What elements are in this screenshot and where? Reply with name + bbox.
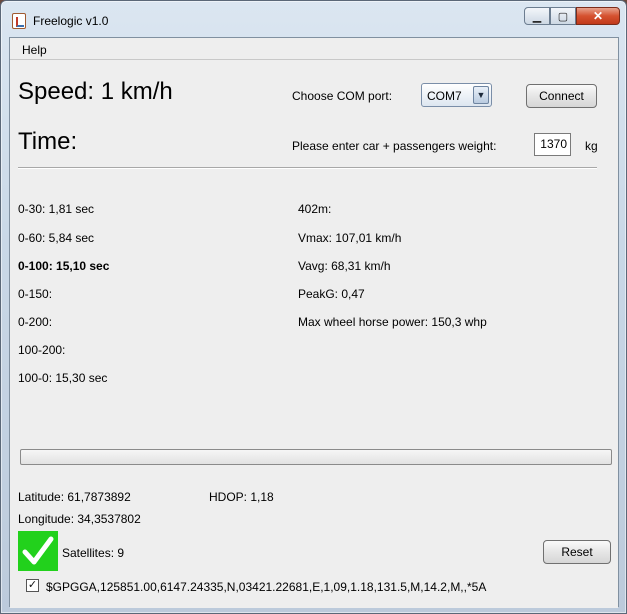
result-vmax: Vmax: 107,01 km/h bbox=[298, 231, 402, 245]
result-0-100: 0-100: 15,10 sec bbox=[18, 259, 110, 273]
weight-input[interactable]: 1370 bbox=[534, 133, 571, 156]
result-0-150: 0-150: bbox=[18, 287, 53, 301]
title-bar[interactable]: Freelogic v1.0 ▁ ▢ ✕ bbox=[1, 1, 626, 37]
result-100-200: 100-200: bbox=[18, 343, 66, 357]
com-port-label: Choose COM port: bbox=[292, 89, 393, 103]
result-0-30: 0-30: 1,81 sec bbox=[18, 202, 95, 216]
weight-label: Please enter car + passengers weight: bbox=[292, 139, 497, 153]
result-0-200: 0-200: bbox=[18, 315, 53, 329]
main-panel: Speed: 1 km/h Time: Choose COM port: COM… bbox=[10, 60, 618, 608]
window-controls: ▁ ▢ ✕ bbox=[524, 7, 620, 25]
result-0-60: 0-60: 5,84 sec bbox=[18, 231, 95, 245]
result-peakg: PeakG: 0,47 bbox=[298, 287, 365, 301]
hdop-readout: HDOP: 1,18 bbox=[209, 490, 274, 504]
time-readout: Time: bbox=[18, 128, 78, 155]
satellites-readout: Satellites: 9 bbox=[62, 546, 125, 560]
minimize-button[interactable]: ▁ bbox=[524, 7, 550, 25]
nmea-sentence: $GPGGA,125851.00,6147.24335,N,03421.2268… bbox=[46, 580, 487, 594]
result-max-whp: Max wheel horse power: 150,3 whp bbox=[298, 315, 487, 329]
com-port-select[interactable]: COM7 ▼ bbox=[421, 83, 492, 107]
gps-fix-indicator bbox=[18, 531, 58, 571]
result-100-0: 100-0: 15,30 sec bbox=[18, 371, 108, 385]
result-402m: 402m: bbox=[298, 202, 332, 216]
reset-button[interactable]: Reset bbox=[543, 540, 611, 564]
window-title: Freelogic v1.0 bbox=[33, 14, 109, 28]
checkmark-icon bbox=[22, 536, 54, 565]
menu-help[interactable]: Help bbox=[22, 43, 47, 57]
close-button[interactable]: ✕ bbox=[576, 7, 620, 25]
menu-bar: Help bbox=[10, 38, 618, 60]
dropdown-arrow-icon[interactable]: ▼ bbox=[473, 86, 489, 104]
speed-readout: Speed: 1 km/h bbox=[18, 78, 173, 105]
weight-unit: kg bbox=[585, 139, 598, 153]
result-vavg: Vavg: 68,31 km/h bbox=[298, 259, 391, 273]
connect-button[interactable]: Connect bbox=[526, 84, 597, 108]
app-window: Freelogic v1.0 ▁ ▢ ✕ Help Speed: 1 km/h … bbox=[0, 0, 627, 614]
progress-bar bbox=[20, 449, 612, 465]
client-area: Help Speed: 1 km/h Time: Choose COM port… bbox=[9, 37, 619, 608]
separator bbox=[18, 167, 597, 169]
com-port-value: COM7 bbox=[427, 89, 462, 103]
nmea-checkbox[interactable]: ✓ bbox=[26, 579, 39, 592]
java-app-icon bbox=[12, 13, 26, 29]
longitude-readout: Longitude: 34,3537802 bbox=[18, 512, 141, 526]
maximize-button[interactable]: ▢ bbox=[550, 7, 576, 25]
latitude-readout: Latitude: 61,7873892 bbox=[18, 490, 131, 504]
check-icon: ✓ bbox=[27, 579, 38, 591]
